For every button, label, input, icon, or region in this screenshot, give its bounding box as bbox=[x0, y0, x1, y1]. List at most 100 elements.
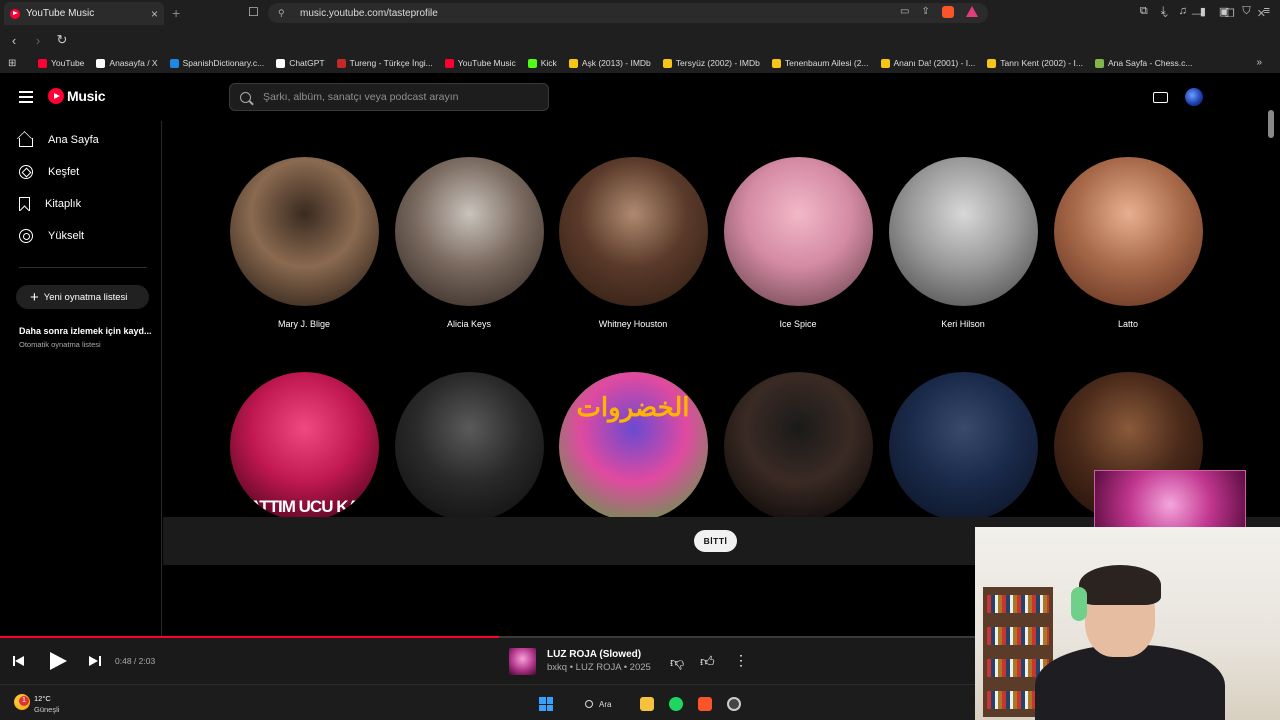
account-avatar[interactable] bbox=[1185, 88, 1203, 106]
bookmark-item[interactable]: Aşk (2013) - IMDb bbox=[568, 58, 651, 68]
more-bookmarks-icon[interactable]: » bbox=[1256, 57, 1262, 68]
reload-icon[interactable]: ↻ bbox=[52, 32, 72, 48]
sidebar-item-label: Yükselt bbox=[48, 230, 85, 242]
sidebar-item-library[interactable]: Kitaplık bbox=[19, 194, 81, 214]
bookmark-favicon-icon bbox=[336, 58, 346, 68]
webcam-overlay bbox=[975, 527, 1280, 720]
artist-photo[interactable] bbox=[558, 157, 708, 306]
bookmark-label: Aşk (2013) - IMDb bbox=[581, 58, 651, 68]
bookmark-item[interactable]: Tenenbaum Ailesi (2... bbox=[771, 58, 869, 68]
bookmark-label: Tenenbaum Ailesi (2... bbox=[784, 58, 869, 68]
bookmark-label: YouTube bbox=[51, 58, 85, 68]
file-explorer-icon[interactable] bbox=[640, 697, 654, 711]
artist-card[interactable]: Ice Spice bbox=[723, 157, 873, 329]
play-icon[interactable] bbox=[50, 652, 68, 670]
artist-photo[interactable] bbox=[723, 372, 873, 521]
bookmark-item[interactable]: Tanrı Kent (2002) - I... bbox=[987, 58, 1083, 68]
artist-card[interactable]: Alicia Keys bbox=[394, 157, 544, 329]
spotify-icon[interactable] bbox=[669, 697, 683, 711]
artist-photo[interactable] bbox=[888, 372, 1038, 521]
scrollbar[interactable] bbox=[1268, 110, 1274, 138]
vpn-icon[interactable]: ⛉ bbox=[1242, 5, 1250, 18]
home-icon bbox=[19, 138, 33, 147]
extension-icon[interactable]: ⧉ bbox=[1140, 5, 1148, 18]
bookmark-item[interactable]: SpanishDictionary.c... bbox=[169, 58, 265, 68]
bookmark-icon[interactable]: ☐ bbox=[248, 5, 259, 19]
sidebar-item-explore[interactable]: Keşfet bbox=[19, 162, 79, 182]
bookmark-favicon-icon bbox=[771, 58, 781, 68]
install-app-icon[interactable]: ▭ bbox=[900, 6, 909, 18]
artist-photo[interactable] bbox=[229, 157, 379, 306]
time-display: 0:48 / 2:03 bbox=[115, 656, 156, 666]
artist-name: Whitney Houston bbox=[598, 319, 668, 329]
bookmark-label: Tureng - Türkçe İngi... bbox=[349, 58, 433, 68]
bookmark-item[interactable]: Ana Sayfa - Chess.c... bbox=[1094, 58, 1193, 68]
bookmark-item[interactable]: Tureng - Türkçe İngi... bbox=[336, 58, 433, 68]
library-icon bbox=[19, 197, 30, 211]
brave-browser-icon[interactable] bbox=[698, 697, 712, 711]
close-tab-icon[interactable]: × bbox=[151, 7, 158, 21]
next-icon[interactable] bbox=[89, 655, 102, 667]
browser-tab[interactable]: YouTube Music × bbox=[4, 2, 164, 25]
dislike-icon[interactable]: 👎︎ bbox=[670, 654, 684, 671]
bookmark-item[interactable]: Tersyüz (2002) - IMDb bbox=[662, 58, 760, 68]
weather-icon[interactable] bbox=[14, 694, 30, 710]
bookmark-item[interactable]: ChatGPT bbox=[276, 58, 325, 68]
bookmark-item[interactable]: YouTube bbox=[38, 58, 84, 68]
sidebar-item-home[interactable]: Ana Sayfa bbox=[19, 130, 99, 150]
artist-card[interactable]: Whitney Houston bbox=[558, 157, 708, 329]
wallet-icon[interactable]: ▣ bbox=[1219, 5, 1229, 18]
search-input[interactable] bbox=[263, 91, 533, 103]
playlist-title[interactable]: Daha sonra izlemek için kayd... bbox=[19, 326, 154, 336]
artist-photo[interactable] bbox=[723, 157, 873, 306]
share-icon[interactable]: ⇪ bbox=[921, 6, 929, 18]
sidebar-item-upgrade[interactable]: Yükselt bbox=[19, 226, 84, 246]
ytm-logo[interactable]: Music bbox=[48, 88, 105, 104]
artist-card[interactable]: Latto bbox=[1053, 157, 1203, 329]
artist-photo[interactable] bbox=[394, 372, 544, 521]
download-icon[interactable]: ⤓ bbox=[1161, 5, 1166, 18]
artist-photo[interactable]: الخضروات bbox=[558, 372, 708, 521]
cast-icon[interactable] bbox=[1153, 92, 1168, 103]
search-box[interactable] bbox=[229, 83, 549, 111]
apps-grid-icon[interactable]: ⊞ bbox=[8, 58, 22, 69]
artist-photo[interactable] bbox=[888, 157, 1038, 306]
artist-photo[interactable] bbox=[394, 157, 544, 306]
bookmarks-bar: ⊞ YouTube Anasayfa / X SpanishDictionary.c… bbox=[0, 53, 1280, 73]
done-button[interactable]: BİTTİ bbox=[694, 530, 737, 552]
new-playlist-button[interactable]: + Yeni oynatma listesi bbox=[16, 285, 149, 309]
back-icon[interactable]: ‹ bbox=[4, 33, 24, 48]
more-options-icon[interactable]: ⋮ bbox=[734, 652, 748, 669]
bookmark-label: SpanishDictionary.c... bbox=[182, 58, 265, 68]
artist-photo[interactable] bbox=[1053, 157, 1203, 306]
artist-photo-caption: الخضروات bbox=[576, 392, 690, 422]
url-field[interactable]: ⚲ music.youtube.com/tasteprofile bbox=[268, 3, 988, 23]
bookmark-item[interactable]: Anasayfa / X bbox=[96, 58, 158, 68]
ytm-header: Music bbox=[0, 73, 1280, 121]
forward-icon[interactable]: › bbox=[28, 33, 48, 48]
windows-start-icon[interactable] bbox=[539, 697, 553, 711]
site-info-icon[interactable]: ⚲ bbox=[278, 8, 290, 19]
new-tab-icon[interactable]: + bbox=[172, 5, 180, 21]
taskbar-search[interactable]: Ara bbox=[577, 694, 629, 714]
bookmark-item[interactable]: Kick bbox=[527, 58, 557, 68]
track-subtitle[interactable]: bxkq • LUZ ROJA • 2025 bbox=[547, 662, 651, 673]
track-title[interactable]: LUZ ROJA (Slowed) bbox=[547, 649, 641, 660]
brave-rewards-icon[interactable] bbox=[965, 6, 978, 17]
artist-card[interactable]: Mary J. Blige bbox=[229, 157, 379, 329]
previous-icon[interactable] bbox=[13, 655, 26, 667]
brave-shields-icon[interactable] bbox=[941, 6, 954, 18]
like-icon[interactable]: 👍︎ bbox=[700, 653, 715, 670]
menu-icon[interactable]: ≡ bbox=[1264, 5, 1270, 18]
artist-card[interactable]: Keri Hilson bbox=[888, 157, 1038, 329]
track-thumbnail[interactable] bbox=[509, 648, 536, 675]
bookmark-item[interactable]: YouTube Music bbox=[444, 58, 516, 68]
hamburger-menu-icon[interactable] bbox=[19, 91, 33, 103]
media-icon[interactable]: ♫ bbox=[1179, 5, 1187, 18]
artist-photo[interactable]: ATTIM UCU KA bbox=[229, 372, 379, 521]
ytm-logo-text: Music bbox=[67, 88, 106, 104]
steam-icon[interactable] bbox=[727, 697, 741, 711]
sidebar-toggle-icon[interactable]: ▮ bbox=[1200, 5, 1206, 18]
bookmark-label: Ana Sayfa - Chess.c... bbox=[1107, 58, 1193, 68]
bookmark-item[interactable]: Ananı Da! (2001) - I... bbox=[880, 58, 975, 68]
